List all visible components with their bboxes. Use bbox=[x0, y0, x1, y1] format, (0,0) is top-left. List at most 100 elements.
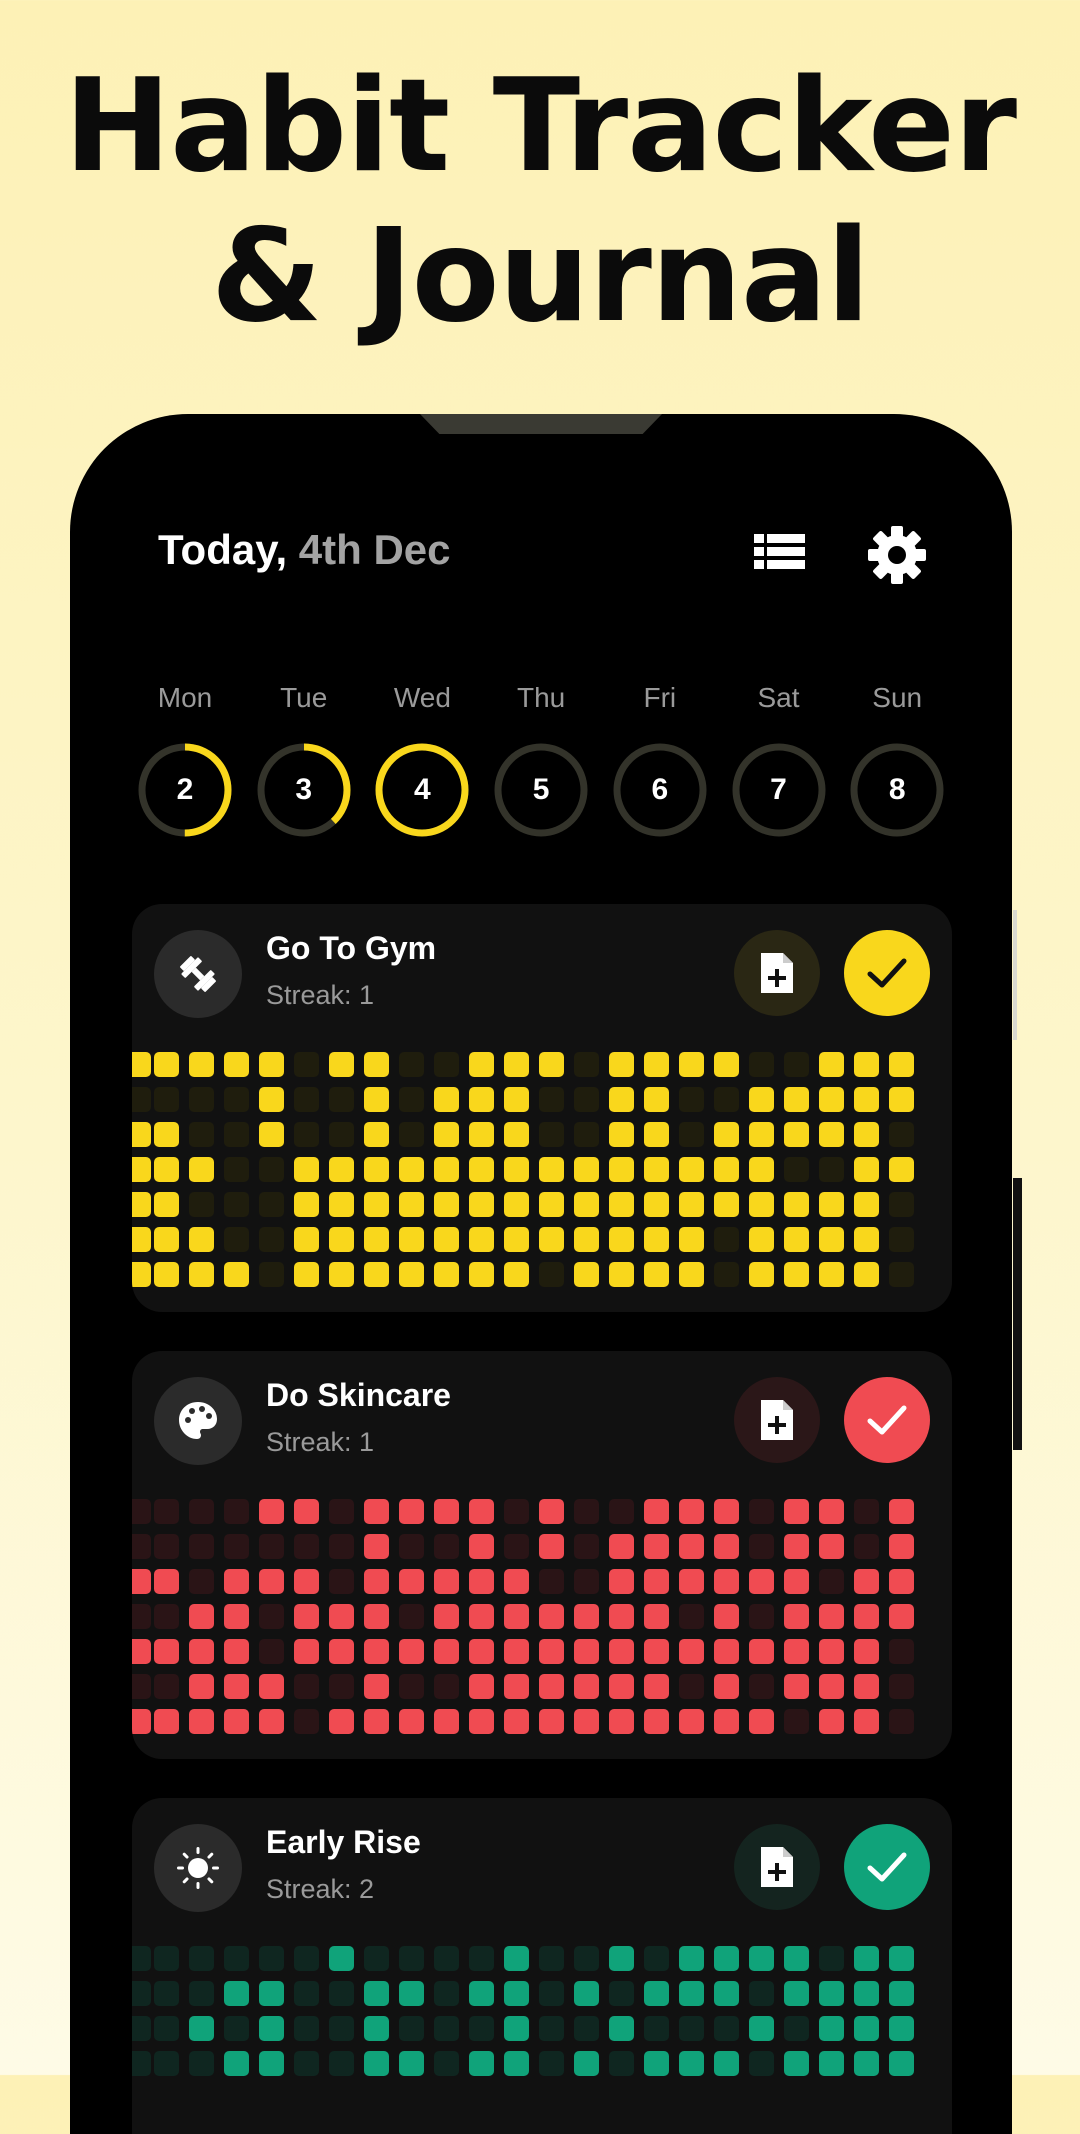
grid-cell-done bbox=[819, 1499, 844, 1524]
grid-cell-empty bbox=[609, 1499, 634, 1524]
day-sat[interactable]: Sat 7 bbox=[729, 682, 829, 840]
add-note-button[interactable] bbox=[734, 1377, 820, 1463]
grid-cell-empty bbox=[434, 1052, 459, 1077]
complete-habit-button[interactable] bbox=[844, 1377, 930, 1463]
grid-cell-done bbox=[609, 1674, 634, 1699]
habit-activity-grid bbox=[132, 1499, 914, 1734]
habit-card[interactable]: Early Rise Streak: 2 bbox=[132, 1798, 952, 2134]
day-sun[interactable]: Sun 8 bbox=[847, 682, 947, 840]
grid-cell-done bbox=[399, 1709, 424, 1734]
grid-cell-done bbox=[609, 1157, 634, 1182]
grid-cell-done bbox=[364, 2016, 389, 2041]
note-add-icon bbox=[761, 953, 793, 993]
grid-cell-done bbox=[889, 1534, 914, 1559]
add-note-button[interactable] bbox=[734, 930, 820, 1016]
grid-cell-done bbox=[819, 1604, 844, 1629]
day-thu[interactable]: Thu 5 bbox=[491, 682, 591, 840]
settings-button[interactable] bbox=[866, 524, 926, 584]
list-button[interactable] bbox=[750, 524, 810, 584]
date-label: 4th Dec bbox=[298, 526, 451, 573]
grid-cell-edge bbox=[132, 1227, 151, 1252]
grid-cell-empty bbox=[574, 1122, 599, 1147]
grid-cell-done bbox=[469, 1157, 494, 1182]
grid-cell-empty bbox=[749, 1674, 774, 1699]
grid-cell-empty bbox=[714, 1087, 739, 1112]
add-note-button[interactable] bbox=[734, 1824, 820, 1910]
grid-cell-done bbox=[819, 1087, 844, 1112]
check-icon bbox=[867, 958, 907, 988]
grid-cell-done bbox=[609, 1639, 634, 1664]
grid-cell-done bbox=[714, 1122, 739, 1147]
grid-cell-empty bbox=[644, 2016, 669, 2041]
grid-cell-empty bbox=[294, 1709, 319, 1734]
grid-cell-done bbox=[154, 1227, 179, 1252]
grid-cell-empty bbox=[294, 1946, 319, 1971]
grid-cell-empty bbox=[539, 2051, 564, 2076]
grid-cell-empty bbox=[574, 2016, 599, 2041]
complete-habit-button[interactable] bbox=[844, 930, 930, 1016]
palette-icon bbox=[179, 1402, 217, 1439]
grid-cell-done bbox=[819, 2016, 844, 2041]
note-add-icon bbox=[761, 1400, 793, 1440]
grid-cell-done bbox=[644, 1087, 669, 1112]
grid-cell-done bbox=[154, 1192, 179, 1217]
grid-cell-done bbox=[784, 1227, 809, 1252]
day-fri[interactable]: Fri 6 bbox=[610, 682, 710, 840]
complete-habit-button[interactable] bbox=[844, 1824, 930, 1910]
dumbbell-icon bbox=[180, 956, 216, 992]
grid-cell-done bbox=[504, 2016, 529, 2041]
grid-cell-done bbox=[714, 1157, 739, 1182]
grid-cell-empty bbox=[399, 1604, 424, 1629]
grid-cell-empty bbox=[574, 1534, 599, 1559]
grid-cell-done bbox=[364, 1499, 389, 1524]
grid-cell-done bbox=[784, 1674, 809, 1699]
day-wed[interactable]: Wed 4 bbox=[372, 682, 472, 840]
grid-cell-empty bbox=[749, 1604, 774, 1629]
grid-cell-done bbox=[609, 1569, 634, 1594]
grid-cell-done bbox=[504, 1569, 529, 1594]
headline: Habit Tracker & Journal bbox=[0, 52, 1080, 352]
grid-cell-done bbox=[469, 1639, 494, 1664]
grid-cell-empty bbox=[819, 1569, 844, 1594]
grid-cell-done bbox=[504, 1157, 529, 1182]
day-name: Mon bbox=[157, 682, 213, 713]
grid-cell-done bbox=[539, 1534, 564, 1559]
grid-cell-done bbox=[679, 1192, 704, 1217]
grid-cell-empty bbox=[679, 1604, 704, 1629]
grid-cell-done bbox=[259, 1122, 284, 1147]
grid-cell-done bbox=[364, 1192, 389, 1217]
grid-cell-done bbox=[189, 1157, 214, 1182]
grid-cell-done bbox=[784, 1534, 809, 1559]
grid-cell-empty bbox=[189, 1087, 214, 1112]
grid-cell-done bbox=[504, 2051, 529, 2076]
grid-cell-done bbox=[644, 1981, 669, 2006]
day-name: Sun bbox=[872, 682, 923, 713]
grid-cell-done bbox=[644, 1604, 669, 1629]
grid-cell-empty bbox=[469, 2016, 494, 2041]
day-mon[interactable]: Mon 2 bbox=[135, 682, 235, 840]
grid-cell-done bbox=[854, 1639, 879, 1664]
grid-cell-empty bbox=[889, 1262, 914, 1287]
grid-cell-empty bbox=[574, 1087, 599, 1112]
grid-cell-done bbox=[889, 1604, 914, 1629]
grid-cell-done bbox=[784, 1262, 809, 1287]
habit-card[interactable]: Do Skincare Streak: 1 bbox=[132, 1351, 952, 1759]
today-label: Today, bbox=[158, 526, 288, 573]
grid-cell-done bbox=[679, 1227, 704, 1252]
day-number: 3 bbox=[295, 773, 313, 806]
grid-cell-done bbox=[154, 1052, 179, 1077]
grid-cell-done bbox=[819, 1227, 844, 1252]
grid-cell-empty bbox=[679, 1087, 704, 1112]
grid-cell-done bbox=[434, 1087, 459, 1112]
grid-cell-done bbox=[609, 1534, 634, 1559]
grid-cell-empty bbox=[399, 1534, 424, 1559]
grid-cell-empty bbox=[784, 1157, 809, 1182]
grid-cell-done bbox=[644, 1052, 669, 1077]
habit-card[interactable]: Go To Gym Streak: 1 bbox=[132, 904, 952, 1312]
grid-cell-empty bbox=[469, 1946, 494, 1971]
grid-cell-done bbox=[609, 1122, 634, 1147]
grid-cell-done bbox=[679, 1534, 704, 1559]
grid-cell-done bbox=[644, 1674, 669, 1699]
grid-cell-done bbox=[854, 1569, 879, 1594]
day-tue[interactable]: Tue 3 bbox=[254, 682, 354, 840]
